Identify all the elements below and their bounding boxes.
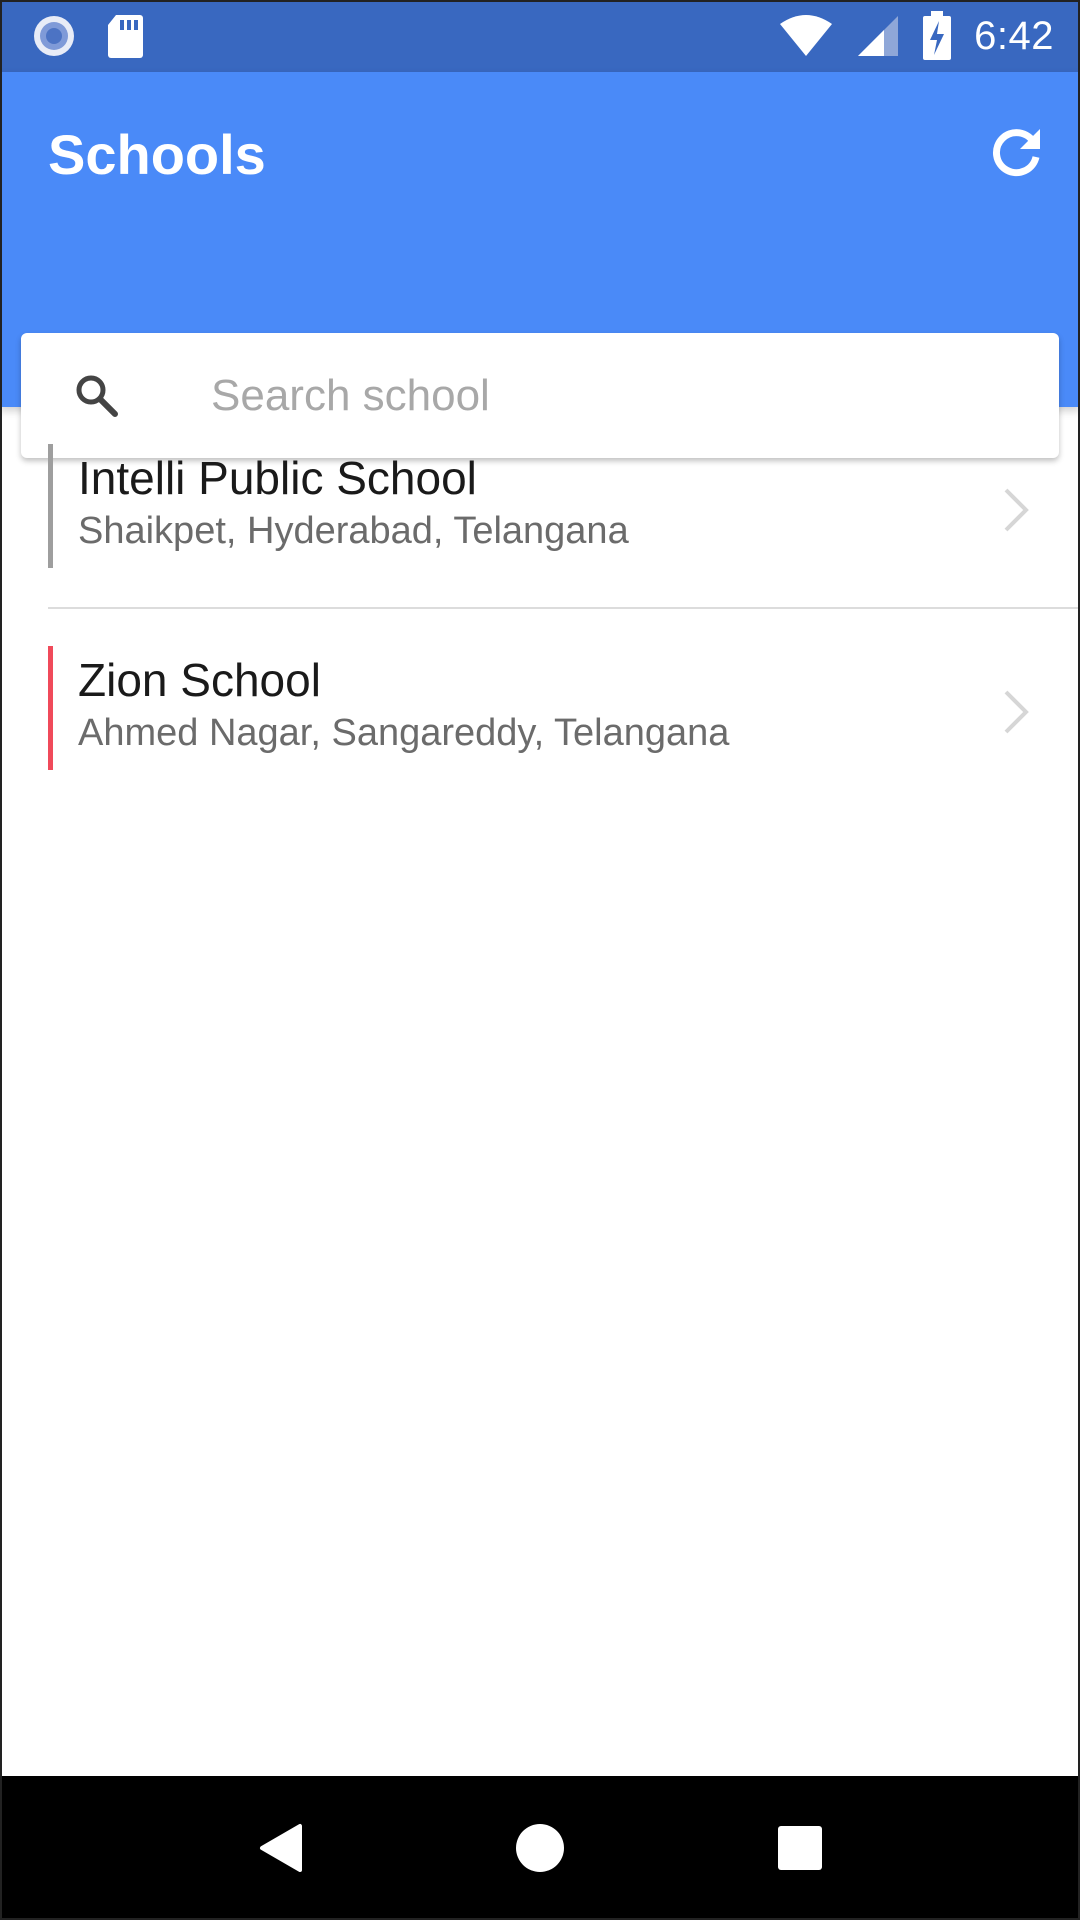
- home-button[interactable]: [490, 1798, 590, 1898]
- school-list: Intelli Public School Shaikpet, Hyderaba…: [0, 407, 1080, 811]
- accent-bar: [48, 444, 53, 568]
- back-button[interactable]: [230, 1798, 330, 1898]
- app-screen: 6:42 Schools Intelli Public School: [0, 0, 1080, 1920]
- status-left: [32, 13, 174, 59]
- notification-icon: [32, 14, 76, 58]
- cell-signal-icon: [856, 14, 900, 58]
- school-location: Shaikpet, Hyderabad, Telangana: [78, 510, 629, 552]
- page-title: Schools: [48, 123, 266, 186]
- refresh-button[interactable]: [980, 116, 1052, 188]
- battery-charging-icon: [922, 11, 952, 61]
- navigation-bar: [0, 1776, 1080, 1920]
- home-icon: [516, 1824, 564, 1872]
- status-right: 6:42: [756, 11, 1054, 61]
- list-item[interactable]: Zion School Ahmed Nagar, Sangareddy, Tel…: [0, 609, 1080, 811]
- status-time: 6:42: [974, 13, 1054, 58]
- app-bar: Schools: [0, 72, 1080, 458]
- school-name: Zion School: [78, 654, 321, 706]
- wifi-icon: [778, 14, 834, 58]
- accent-bar: [48, 646, 53, 770]
- school-name: Intelli Public School: [78, 452, 477, 504]
- chevron-right-icon: [996, 687, 1036, 737]
- status-bar: 6:42: [0, 0, 1080, 72]
- chevron-right-icon: [996, 485, 1036, 535]
- list-item[interactable]: Intelli Public School Shaikpet, Hyderaba…: [0, 407, 1080, 609]
- recents-icon: [778, 1826, 822, 1870]
- back-icon: [260, 1824, 302, 1872]
- sd-card-icon: [106, 13, 144, 59]
- recents-button[interactable]: [750, 1798, 850, 1898]
- school-location: Ahmed Nagar, Sangareddy, Telangana: [78, 712, 730, 754]
- refresh-icon: [993, 129, 1040, 177]
